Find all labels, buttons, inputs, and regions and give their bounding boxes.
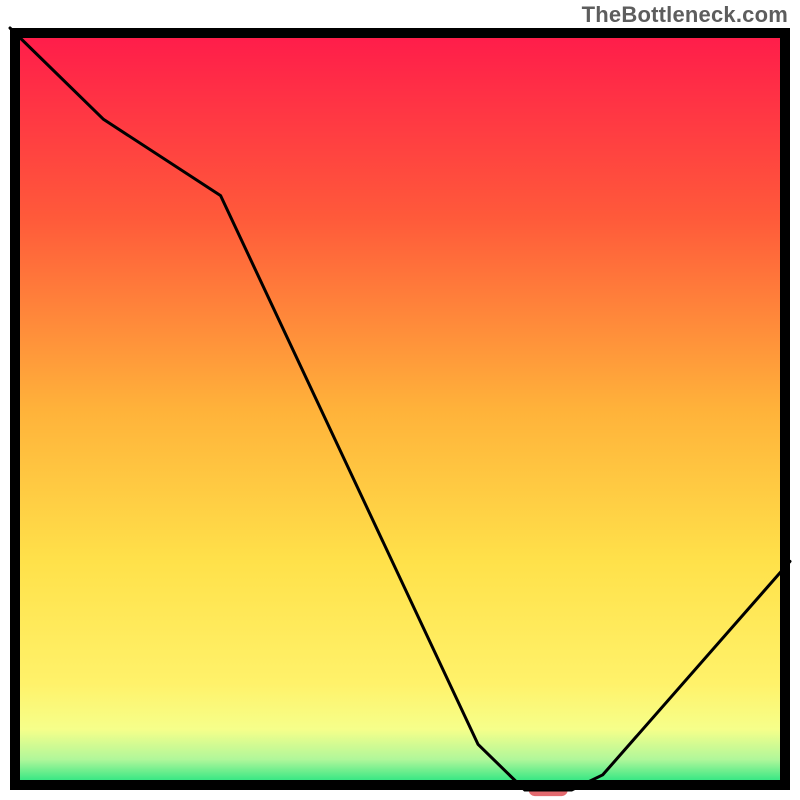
chart-canvas: [0, 0, 800, 800]
plot-background: [10, 28, 790, 790]
watermark-label: TheBottleneck.com: [582, 2, 788, 28]
bottleneck-chart: TheBottleneck.com: [0, 0, 800, 800]
